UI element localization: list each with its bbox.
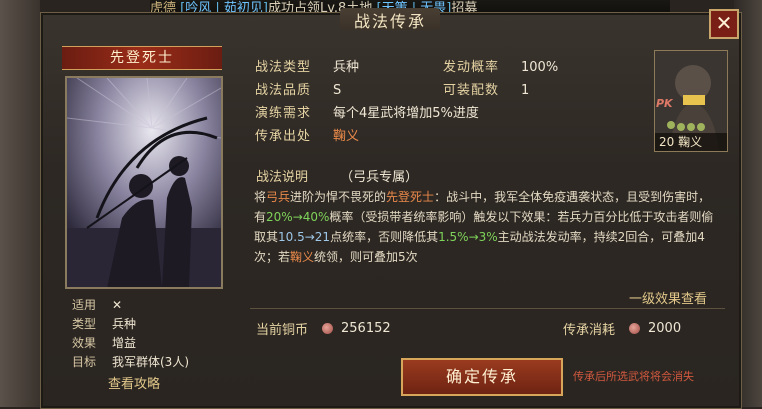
- stat-slots-value: 1: [521, 83, 530, 98]
- info-row-type: 类型 兵种: [72, 315, 189, 334]
- cost-label: 传承消耗: [563, 323, 616, 338]
- info-row-target: 目标 我军群体(3人): [72, 353, 189, 372]
- info-key: 类型: [72, 317, 97, 331]
- skill-info-table: 适用 ✕ 类型 兵种 效果 增益 目标 我军群体(3人): [72, 296, 189, 372]
- current-copper: 当前铜币 256152: [256, 319, 391, 338]
- info-key: 目标: [72, 355, 97, 369]
- general-level-name: 20 鞠义: [655, 133, 727, 151]
- info-value: 我军群体(3人): [112, 355, 189, 369]
- stat-origin-value[interactable]: 鞠义: [333, 125, 359, 148]
- info-value: 兵种: [112, 317, 137, 331]
- desc-highlight: 先登死士: [386, 190, 435, 204]
- info-row-effect: 效果 增益: [72, 334, 189, 353]
- pk-badge: PK: [656, 97, 673, 110]
- info-value: 增益: [112, 336, 137, 350]
- crossed-swords-icon: ✕: [112, 298, 123, 312]
- copper-value: 256152: [341, 321, 391, 336]
- skill-name: 先登死士: [62, 46, 222, 70]
- background-left: [0, 0, 40, 407]
- view-guide-link[interactable]: 查看攻略: [108, 373, 160, 392]
- description-heading: 战法说明 （弓兵专属）: [256, 166, 418, 185]
- desc-value: 1.5%→3%: [438, 230, 498, 244]
- level-effect-link[interactable]: 一级效果查看: [629, 288, 707, 307]
- info-key: 适用: [72, 298, 97, 312]
- skill-artwork: [65, 76, 223, 289]
- stat-quality-label: 战法品质: [255, 83, 312, 98]
- stat-quality-value: S: [333, 83, 342, 98]
- copper-coin-icon: [629, 323, 641, 334]
- description-tag: （弓兵专属）: [340, 170, 419, 185]
- skill-stats: 战法类型 兵种 发动概率 100% 战法品质 S 可装配数 1 演练需求 每个4…: [255, 56, 558, 148]
- copper-coin-icon: [322, 323, 334, 334]
- description-text: 将弓兵进阶为悍不畏死的先登死士：战斗中，我军全体免疫遇袭状态，且受到伤害时，有2…: [254, 190, 714, 264]
- desc-value: 20%→40%: [266, 210, 330, 224]
- stat-type-value: 兵种: [333, 60, 360, 75]
- divider: [250, 308, 725, 309]
- inherit-warning: 传承后所选武将将会消失: [573, 370, 694, 383]
- general-card[interactable]: PK 20 鞠义: [654, 50, 728, 152]
- stat-req-label: 演练需求: [255, 106, 312, 121]
- stat-origin-label: 传承出处: [255, 129, 312, 144]
- info-key: 效果: [72, 336, 97, 350]
- info-row-applies: 适用 ✕: [72, 296, 189, 315]
- desc-highlight: 弓兵: [266, 190, 291, 204]
- archer-illustration-icon: [67, 78, 221, 287]
- inherit-cost: 传承消耗 2000: [563, 319, 681, 338]
- stat-type-label: 战法类型: [255, 60, 312, 75]
- desc-highlight: 鞠义: [290, 250, 315, 264]
- copper-label: 当前铜币: [256, 323, 309, 338]
- panel-title: 战法传承: [340, 8, 440, 31]
- stat-prob-label: 发动概率: [443, 60, 500, 75]
- description-title: 战法说明: [256, 170, 309, 185]
- stat-slots-label: 可装配数: [443, 83, 500, 98]
- cost-value: 2000: [648, 321, 682, 336]
- stat-req-value: 每个4星武将增加5%进度: [333, 106, 479, 121]
- close-button[interactable]: ✕: [709, 9, 739, 39]
- desc-value: 10.5→21: [278, 230, 331, 244]
- stat-prob-value: 100%: [521, 60, 559, 75]
- confirm-inherit-button[interactable]: 确定传承: [401, 358, 563, 396]
